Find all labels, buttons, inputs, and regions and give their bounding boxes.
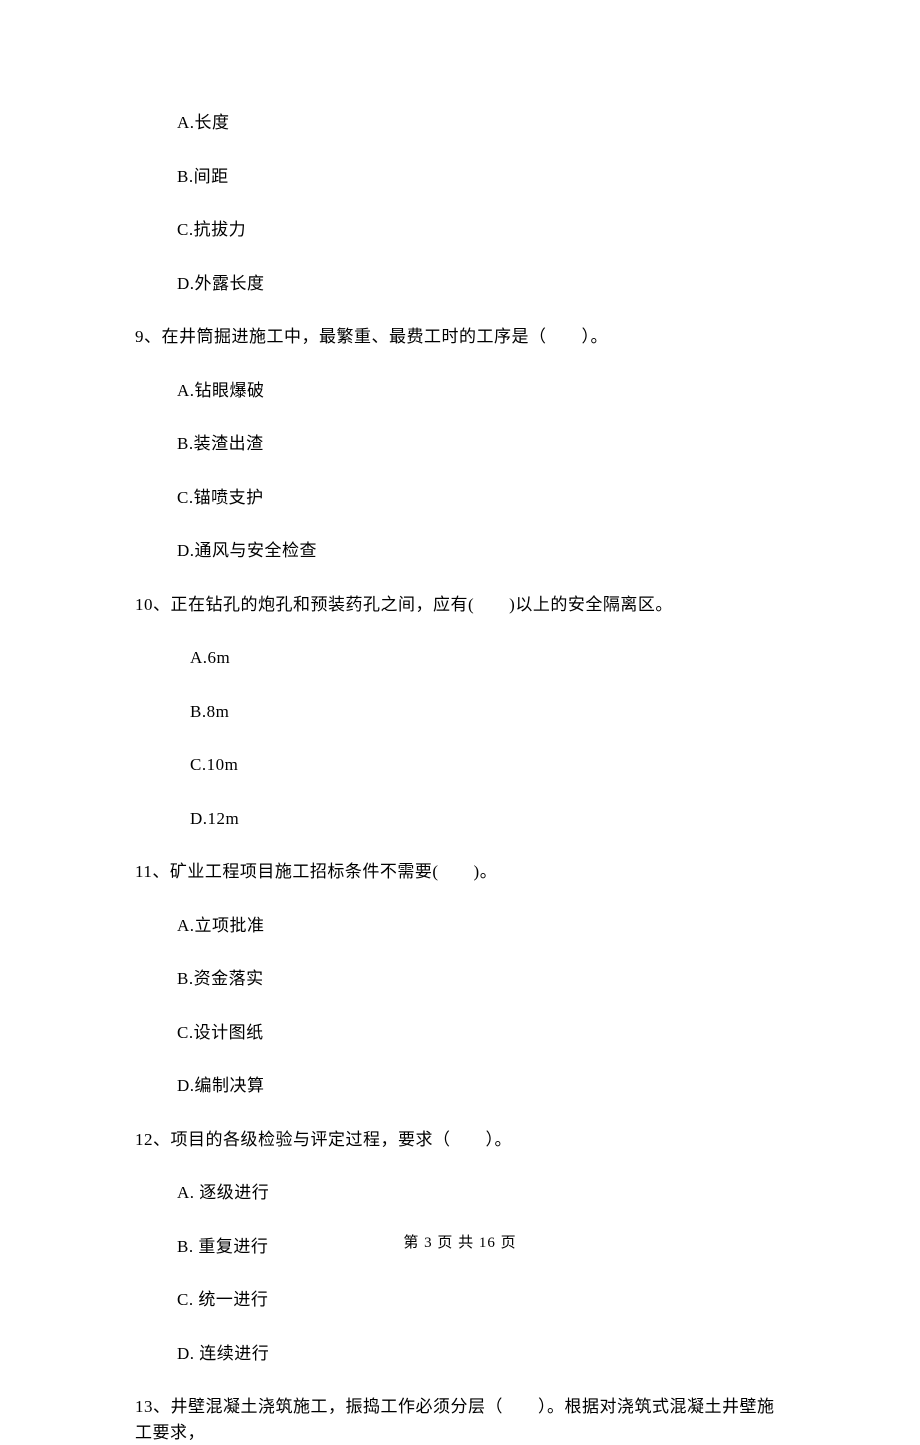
q9-option-d: D.通风与安全检查 (177, 538, 785, 564)
page-body: A.长度 B.间距 C.抗拔力 D.外露长度 9、在井筒掘进施工中，最繁重、最费… (0, 0, 920, 1445)
q10-option-b: B.8m (190, 699, 785, 725)
q11-option-d: D.编制决算 (177, 1073, 785, 1099)
q9-option-b: B.装渣出渣 (177, 431, 785, 457)
q9-option-c: C.锚喷支护 (177, 485, 785, 511)
question-10: 10、正在钻孔的炮孔和预装药孔之间，应有( )以上的安全隔离区。 (135, 592, 785, 618)
q11-option-b: B.资金落实 (177, 966, 785, 992)
q12-option-a: A. 逐级进行 (177, 1180, 785, 1206)
page-footer: 第 3 页 共 16 页 (0, 1231, 920, 1252)
option-b: B.间距 (177, 164, 785, 190)
q12-option-d: D. 连续进行 (177, 1341, 785, 1367)
option-d: D.外露长度 (177, 271, 785, 297)
q11-option-a: A.立项批准 (177, 913, 785, 939)
q11-option-c: C.设计图纸 (177, 1020, 785, 1046)
q9-option-a: A.钻眼爆破 (177, 378, 785, 404)
question-9: 9、在井筒掘进施工中，最繁重、最费工时的工序是（ ）。 (135, 324, 785, 350)
q10-option-d: D.12m (190, 806, 785, 832)
option-c: C.抗拔力 (177, 217, 785, 243)
option-a: A.长度 (177, 110, 785, 136)
question-11: 11、矿业工程项目施工招标条件不需要( )。 (135, 859, 785, 885)
q10-option-a: A.6m (190, 645, 785, 671)
q10-option-c: C.10m (190, 752, 785, 778)
q12-option-c: C. 统一进行 (177, 1287, 785, 1313)
question-13: 13、井壁混凝土浇筑施工，振捣工作必须分层（ ）。根据对浇筑式混凝土井壁施工要求… (135, 1394, 785, 1445)
question-12: 12、项目的各级检验与评定过程，要求（ ）。 (135, 1127, 785, 1153)
